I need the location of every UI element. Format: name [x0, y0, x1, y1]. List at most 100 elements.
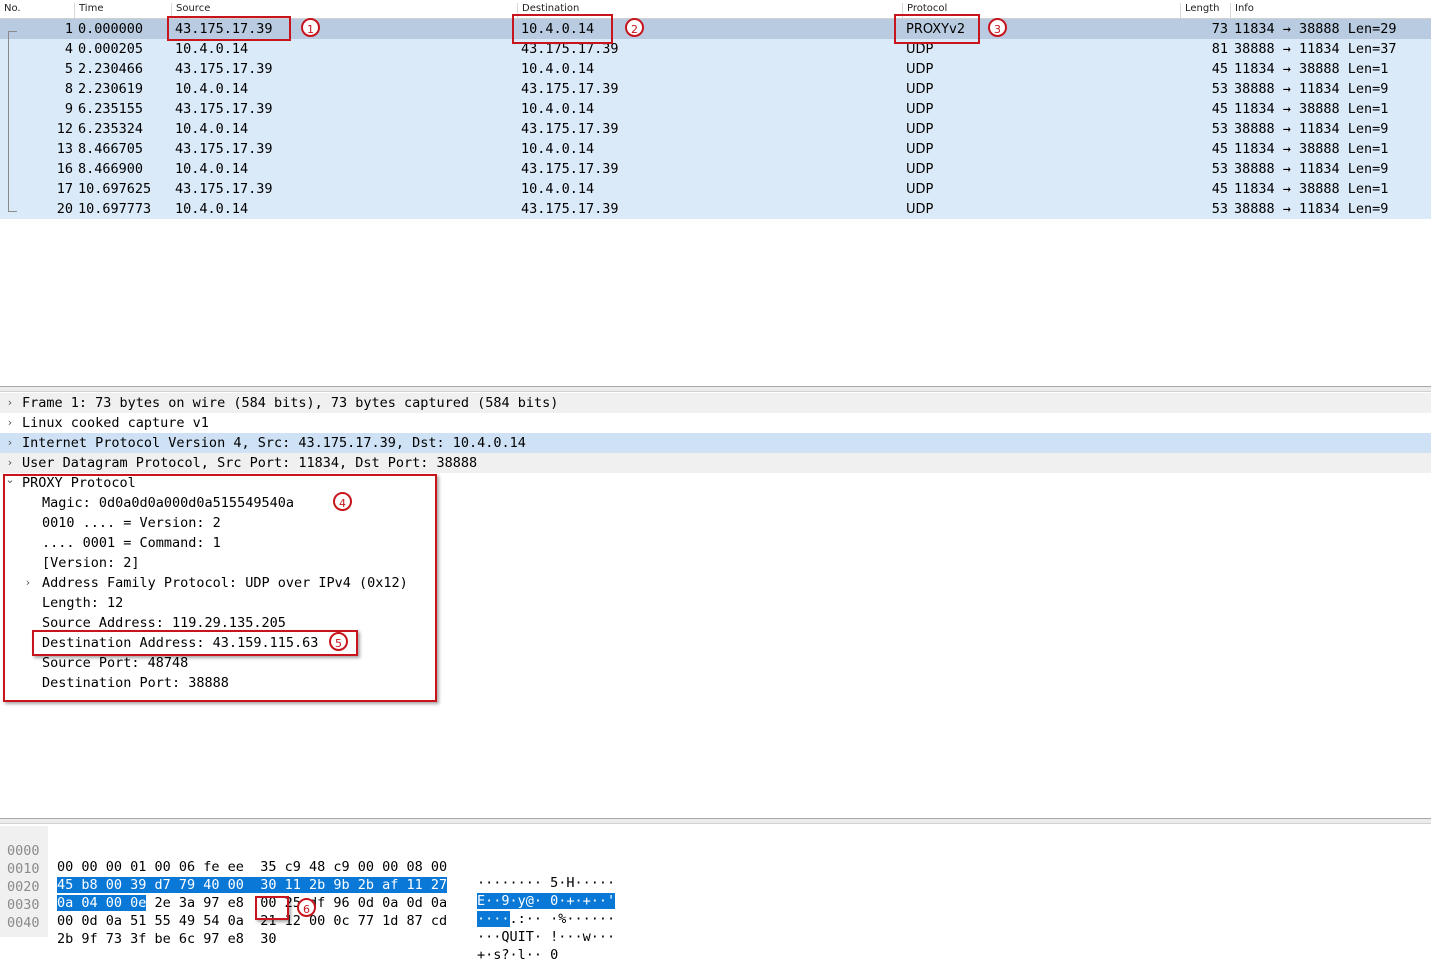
bytes-row[interactable]: 0020 0a 04 00 0e 2e 3a 97 e8 00 25 df 96…	[0, 863, 615, 927]
packet-row[interactable]: 9 6.235155 43.175.17.39 10.4.0.14 UDP 45 11834…	[0, 99, 1431, 119]
list-details-splitter[interactable]	[0, 386, 1431, 392]
bytes-row[interactable]: 0040 2b 9f 73 3f be 6c 97 e8 30 +·s?·l··…	[0, 899, 558, 963]
bytes-row[interactable]: 0030 00 0d 0a 51 55 49 54 0a 21 12 00 0c…	[0, 881, 615, 945]
packet-source: 10.4.0.14	[175, 41, 249, 57]
packet-row[interactable]: 8 2.230619 10.4.0.14 43.175.17.39 UDP 53 38888…	[0, 79, 1431, 99]
packet-destination: 10.4.0.14	[521, 61, 595, 77]
byte-offset: 0040	[7, 915, 40, 931]
packet-protocol: UDP	[906, 62, 934, 77]
packet-bytes-pane[interactable]: 0000 00 00 00 01 00 06 fe ee 35 c9 48 c9…	[0, 826, 1431, 963]
expand-arrow-icon[interactable]: ›	[4, 416, 16, 429]
packet-info: 38888 → 11834 Len=9	[1234, 121, 1389, 137]
packet-protocol: UDP	[906, 162, 934, 177]
packet-row[interactable]: 17 10.697625 43.175.17.39 10.4.0.14 UDP 45 118…	[0, 179, 1431, 199]
packet-row[interactable]: 13 8.466705 43.175.17.39 10.4.0.14 UDP 45 1183…	[0, 139, 1431, 159]
column-header-info[interactable]: Info	[1230, 3, 1431, 18]
packet-info: 38888 → 11834 Len=9	[1234, 161, 1389, 177]
packet-protocol: UDP	[906, 102, 934, 117]
packet-row[interactable]: 12 6.235324 10.4.0.14 43.175.17.39 UDP 53 3888…	[0, 119, 1431, 139]
packet-destination: 43.175.17.39	[521, 81, 619, 97]
packet-source: 43.175.17.39	[175, 181, 273, 197]
packet-protocol: UDP	[906, 42, 934, 57]
bytes-row[interactable]: 0010 45 b8 00 39 d7 79 40 00 30 11 2b 9b…	[0, 845, 616, 909]
hex-bytes-selected[interactable]: 0a 04 00 0e	[57, 895, 147, 911]
expand-arrow-icon[interactable]: ›	[4, 396, 16, 409]
packet-info: 38888 → 11834 Len=37	[1234, 41, 1397, 57]
packet-protocol: UDP	[906, 202, 934, 217]
annotation-box-protocol	[894, 14, 980, 44]
packet-info: 11834 → 38888 Len=1	[1234, 101, 1389, 117]
tree-item-frame[interactable]: › Frame 1: 73 bytes on wire (584 bits), …	[0, 393, 1431, 413]
packet-list-pane[interactable]: No. Time Source Destination Protocol Len…	[0, 0, 1431, 386]
ascii-bytes-selected[interactable]: ····	[477, 911, 510, 927]
tree-item-udp[interactable]: › User Datagram Protocol, Src Port: 1183…	[0, 453, 1431, 473]
packet-source: 43.175.17.39	[175, 141, 273, 157]
packet-info: 38888 → 11834 Len=9	[1234, 81, 1389, 97]
packet-time: 2.230466	[78, 61, 144, 77]
annotation-box-source	[167, 16, 291, 41]
packet-length: 45	[1211, 141, 1228, 157]
packet-row[interactable]: 20 10.697773 10.4.0.14 43.175.17.39 UDP 53 388…	[0, 199, 1431, 219]
annotation-box-proxy-protocol	[3, 474, 437, 702]
tree-item-label: Linux cooked capture v1	[22, 415, 209, 431]
packet-length: 45	[1211, 101, 1228, 117]
packet-protocol: UDP	[906, 182, 934, 197]
packet-time: 6.235324	[78, 121, 144, 137]
hex-bytes[interactable]: 00 00 00 01 00 06 fe ee 35 c9 48 c9 00 0…	[57, 859, 447, 875]
annotation-badge-1: 1	[301, 18, 320, 37]
packet-row[interactable]: 16 8.466900 10.4.0.14 43.175.17.39 UDP 53 3888…	[0, 159, 1431, 179]
packet-info: 11834 → 38888 Len=29	[1234, 21, 1397, 37]
annotation-badge-6: 6	[297, 898, 316, 917]
packet-protocol: UDP	[906, 122, 934, 137]
column-header-length[interactable]: Length	[1180, 3, 1230, 18]
packet-source: 10.4.0.14	[175, 121, 249, 137]
packet-time: 6.235155	[78, 101, 144, 117]
packet-length: 53	[1211, 81, 1228, 97]
annotation-badge-3: 3	[988, 18, 1007, 37]
bytes-row[interactable]: 0000 00 00 00 01 00 06 fe ee 35 c9 48 c9…	[0, 827, 615, 891]
packet-protocol: UDP	[906, 82, 934, 97]
hex-bytes-selected[interactable]: 45 b8 00 39 d7 79 40 00 30 11 2b 9b 2b a…	[57, 877, 448, 893]
annotation-box-byte	[255, 896, 289, 920]
packet-time: 10.697625	[78, 181, 152, 197]
tree-item-label: User Datagram Protocol, Src Port: 11834,…	[22, 455, 478, 471]
ascii-bytes-selected[interactable]: E··9·y@· 0·+·+··'	[477, 893, 616, 909]
packet-length: 45	[1211, 181, 1228, 197]
packet-time: 10.697773	[78, 201, 152, 217]
packet-length: 73	[1211, 21, 1228, 37]
column-header-time[interactable]: Time	[74, 3, 171, 18]
packet-time: 2.230619	[78, 81, 144, 97]
details-bytes-splitter[interactable]	[0, 818, 1431, 824]
column-header-no[interactable]: No.	[0, 3, 78, 18]
packet-destination: 43.175.17.39	[521, 161, 619, 177]
packet-source: 10.4.0.14	[175, 201, 249, 217]
annotation-badge-2: 2	[625, 18, 644, 37]
packet-row[interactable]: 5 2.230466 43.175.17.39 10.4.0.14 UDP 45 11834…	[0, 59, 1431, 79]
packet-time: 0.000000	[78, 21, 144, 37]
ascii-bytes[interactable]: .:·· ·%······	[510, 911, 616, 927]
packet-length: 53	[1211, 161, 1228, 177]
annotation-box-destination	[512, 14, 613, 44]
expand-arrow-icon[interactable]: ›	[4, 436, 16, 449]
ascii-bytes[interactable]: ········ 5·H·····	[477, 875, 615, 891]
ascii-bytes[interactable]: ···QUIT· !···w···	[477, 929, 615, 945]
packet-info: 11834 → 38888 Len=1	[1234, 61, 1389, 77]
packet-destination: 43.175.17.39	[521, 121, 619, 137]
tree-item-ip[interactable]: › Internet Protocol Version 4, Src: 43.1…	[0, 433, 1431, 453]
packet-protocol: UDP	[906, 142, 934, 157]
tree-item-linux-cooked[interactable]: › Linux cooked capture v1	[0, 413, 1431, 433]
hex-bytes[interactable]: 2b 9f 73 3f be 6c 97 e8 30	[57, 931, 276, 947]
tree-item-label: Frame 1: 73 bytes on wire (584 bits), 73…	[22, 395, 559, 411]
packet-info: 11834 → 38888 Len=1	[1234, 141, 1389, 157]
ascii-bytes[interactable]: +·s?·l·· 0	[477, 947, 558, 963]
expand-arrow-icon[interactable]: ›	[4, 456, 16, 469]
packet-row[interactable]: 4 0.000205 10.4.0.14 43.175.17.39 UDP 81 38888…	[0, 39, 1431, 59]
packet-length: 53	[1211, 121, 1228, 137]
packet-source: 10.4.0.14	[175, 81, 249, 97]
packet-time: 8.466900	[78, 161, 144, 177]
hex-bytes[interactable]: 00 0d 0a 51 55 49 54 0a 21 12 00 0c 77 1…	[57, 913, 447, 929]
packet-destination: 43.175.17.39	[521, 201, 619, 217]
packet-time: 0.000205	[78, 41, 144, 57]
annotation-box-destination-address	[32, 630, 358, 656]
packet-length: 53	[1211, 201, 1228, 217]
